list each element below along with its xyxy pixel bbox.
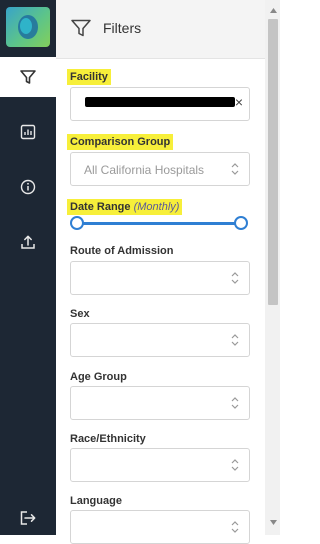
race-ethnicity-label: Race/Ethnicity xyxy=(70,433,146,445)
sex-select[interactable] xyxy=(70,323,250,357)
facility-label: Facility xyxy=(67,69,111,85)
route-of-admission-label: Route of Admission xyxy=(70,245,174,257)
updown-chevron-icon xyxy=(231,459,239,471)
clear-icon[interactable]: × xyxy=(235,94,243,110)
facility-select[interactable]: × xyxy=(70,87,250,121)
scroll-up-arrow-icon[interactable] xyxy=(268,5,278,15)
age-group-select[interactable] xyxy=(70,386,250,420)
filter-panel: Filters Facility × Comparison Group All … xyxy=(56,0,265,544)
filter-nav-button[interactable] xyxy=(0,57,56,97)
scrollbar-thumb[interactable] xyxy=(268,19,278,305)
updown-chevron-icon xyxy=(231,163,239,175)
panel-header: Filters xyxy=(56,0,265,59)
icon-rail xyxy=(0,0,56,535)
route-of-admission-select[interactable] xyxy=(70,261,250,295)
date-range-label: Date Range (Monthly) xyxy=(67,199,183,215)
comparison-group-placeholder: All California Hospitals xyxy=(84,163,205,177)
updown-chevron-icon xyxy=(231,272,239,284)
language-select[interactable] xyxy=(70,510,250,544)
info-icon xyxy=(20,179,36,195)
filter-icon xyxy=(20,70,36,84)
date-range-slider-track[interactable] xyxy=(76,222,242,225)
date-range-end-handle[interactable] xyxy=(234,216,248,230)
logout-nav-button[interactable] xyxy=(0,498,56,538)
redacted-value xyxy=(85,97,235,107)
race-ethnicity-select[interactable] xyxy=(70,448,250,482)
updown-chevron-icon xyxy=(231,397,239,409)
info-nav-button[interactable] xyxy=(0,167,56,207)
scroll-down-arrow-icon[interactable] xyxy=(268,517,278,527)
chart-icon xyxy=(20,124,36,140)
updown-chevron-icon xyxy=(231,334,239,346)
language-label: Language xyxy=(70,495,122,507)
date-range-start-handle[interactable] xyxy=(70,216,84,230)
upload-nav-button[interactable] xyxy=(0,222,56,262)
chart-nav-button[interactable] xyxy=(0,112,56,152)
panel-title: Filters xyxy=(103,20,142,36)
logout-icon xyxy=(20,511,36,525)
app-logo xyxy=(6,7,50,47)
filter-icon xyxy=(71,19,91,37)
updown-chevron-icon xyxy=(231,521,239,533)
sex-label: Sex xyxy=(70,308,90,320)
upload-icon xyxy=(21,235,35,249)
comparison-group-label: Comparison Group xyxy=(67,134,174,150)
age-group-label: Age Group xyxy=(70,371,127,383)
comparison-group-select[interactable]: All California Hospitals xyxy=(70,152,250,186)
